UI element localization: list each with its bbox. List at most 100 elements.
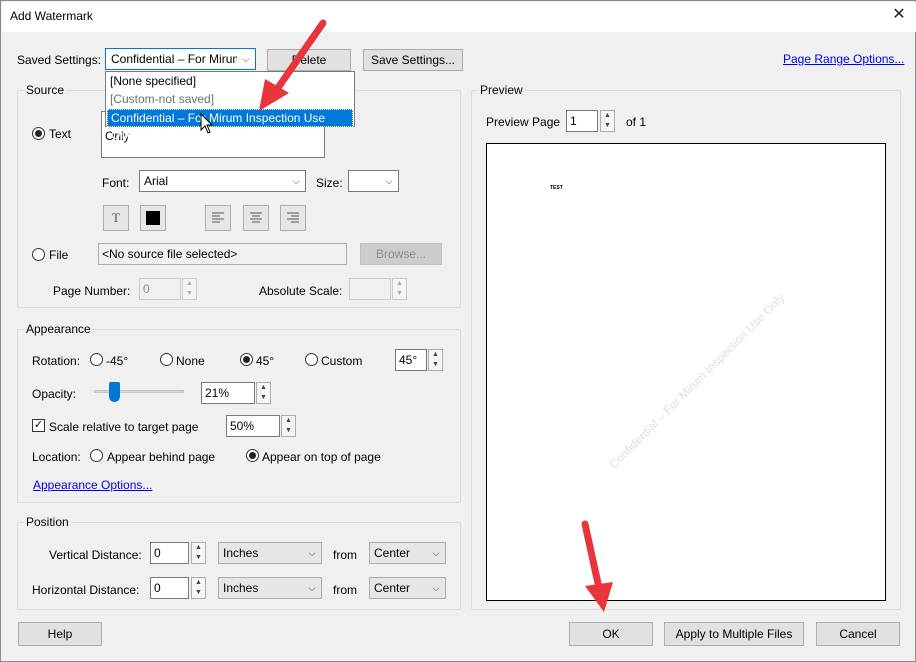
annotation-arrow-icon	[259, 19, 327, 111]
absolute-scale-field[interactable]	[349, 278, 391, 300]
saved-settings-label: Saved Settings:	[17, 53, 102, 67]
location-label: Location:	[32, 450, 81, 464]
cancel-button[interactable]: Cancel	[816, 622, 900, 646]
font-value: Arial	[144, 174, 169, 188]
location-top-radio[interactable]	[246, 449, 259, 462]
vertical-distance-field[interactable]: 0	[150, 542, 189, 564]
help-button[interactable]: Help	[18, 622, 102, 646]
chevron-down-icon: ⌵	[287, 171, 305, 191]
rotation-neg45-radio[interactable]	[90, 353, 103, 366]
absolute-scale-spinner[interactable]: ▲ ▼	[392, 278, 407, 300]
size-select[interactable]: ⌵	[348, 170, 399, 192]
scale-field[interactable]: 50%	[226, 415, 280, 437]
chevron-down-icon: ⌵	[427, 543, 445, 563]
scale-relative-checkbox[interactable]: ✓	[32, 419, 45, 432]
size-label: Size:	[316, 176, 343, 190]
horizontal-unit-select[interactable]: Inches ⌵	[218, 577, 322, 599]
opacity-value: 21%	[205, 386, 230, 400]
rotation-neg45-label: -45°	[106, 354, 129, 368]
watermark-preview-text: Confidential – For Mirum Inspection Use …	[606, 290, 788, 472]
horizontal-distance-field[interactable]: 0	[150, 577, 189, 599]
location-behind-radio[interactable]	[90, 449, 103, 462]
horizontal-from-value: Center	[374, 581, 411, 595]
position-group-label: Position	[24, 515, 71, 529]
horizontal-distance-spinner[interactable]: ▲ ▼	[191, 577, 206, 599]
scale-value: 50%	[230, 419, 255, 433]
scale-spinner[interactable]: ▲ ▼	[281, 415, 296, 437]
saved-settings-select[interactable]: Confidential – For Mirum ⌵	[105, 48, 256, 70]
chevron-down-icon: ⌵	[303, 543, 321, 563]
browse-button[interactable]: Browse...	[360, 243, 442, 265]
title-bar	[2, 2, 916, 32]
file-radio[interactable]	[32, 248, 45, 261]
preview-group-label: Preview	[478, 83, 525, 97]
annotation-arrow-icon	[581, 520, 613, 612]
appearance-group-label: Appearance	[24, 322, 93, 336]
page-number-field[interactable]: 0	[139, 278, 181, 300]
vertical-unit-value: Inches	[223, 546, 259, 560]
appearance-options-link[interactable]: Appearance Options...	[33, 478, 152, 492]
absolute-scale-label: Absolute Scale:	[259, 284, 343, 298]
ok-button[interactable]: OK	[569, 622, 653, 646]
page-number-value: 0	[143, 282, 150, 296]
align-center-icon[interactable]	[243, 205, 269, 231]
horizontal-distance-label: Horizontal Distance:	[32, 583, 140, 597]
close-icon[interactable]: ✕	[887, 3, 911, 27]
vertical-distance-spinner[interactable]: ▲ ▼	[191, 542, 206, 564]
source-file-field: <No source file selected>	[98, 243, 347, 265]
chevron-down-icon: ⌵	[427, 578, 445, 598]
color-swatch	[146, 211, 160, 225]
opacity-field[interactable]: 21%	[201, 382, 255, 404]
page-number-spinner[interactable]: ▲ ▼	[182, 278, 197, 300]
page-number-label: Page Number:	[53, 284, 131, 298]
mouse-cursor-icon	[200, 113, 214, 134]
preview-page-field[interactable]: 1	[566, 110, 598, 132]
opacity-spinner[interactable]: ▲ ▼	[256, 382, 271, 404]
rotation-45-radio[interactable]	[240, 353, 253, 366]
rotation-custom-radio[interactable]	[305, 353, 318, 366]
page-range-options-link[interactable]: Page Range Options...	[783, 52, 904, 66]
horizontal-from-label: from	[333, 583, 357, 597]
rotation-none-label: None	[176, 354, 205, 368]
preview-page-label: Preview Page	[486, 115, 561, 129]
text-radio[interactable]	[32, 127, 45, 140]
align-left-icon[interactable]	[205, 205, 231, 231]
chevron-down-icon: ⌵	[303, 578, 321, 598]
custom-rotation-value: 45°	[399, 353, 418, 367]
custom-rotation-field[interactable]: 45°	[395, 349, 427, 371]
file-radio-label: File	[49, 248, 69, 262]
preview-page-text: TEST	[550, 185, 563, 191]
vertical-unit-select[interactable]: Inches ⌵	[218, 542, 322, 564]
text-style-icon[interactable]: T	[103, 205, 129, 231]
save-settings-button[interactable]: Save Settings...	[363, 49, 463, 71]
source-file-value: <No source file selected>	[102, 247, 238, 261]
text-color-button[interactable]	[140, 205, 166, 231]
rotation-45-label: 45°	[256, 354, 275, 368]
dialog-title: Add Watermark	[10, 9, 93, 23]
preview-page-value: 1	[570, 114, 577, 128]
preview-page-count: of 1	[626, 115, 647, 129]
rotation-none-radio[interactable]	[160, 353, 173, 366]
vertical-from-value: Center	[374, 546, 411, 560]
vertical-from-select[interactable]: Center ⌵	[369, 542, 446, 564]
horizontal-distance-value: 0	[154, 581, 161, 595]
vertical-distance-label: Vertical Distance:	[49, 548, 142, 562]
source-group-label: Source	[24, 83, 67, 97]
horizontal-from-select[interactable]: Center ⌵	[369, 577, 446, 599]
rotation-label: Rotation:	[32, 354, 81, 368]
vertical-distance-value: 0	[154, 546, 161, 560]
opacity-slider-thumb[interactable]	[109, 382, 120, 402]
opacity-slider-track[interactable]	[94, 390, 184, 393]
preview-page-spinner[interactable]: ▲ ▼	[600, 110, 615, 132]
apply-multiple-files-button[interactable]: Apply to Multiple Files	[664, 622, 804, 646]
text-radio-label: Text	[49, 127, 72, 141]
opacity-label: Opacity:	[32, 387, 77, 401]
font-select[interactable]: Arial ⌵	[139, 170, 306, 192]
preview-page: TEST Confidential – For Mirum Inspection…	[486, 143, 886, 601]
custom-rotation-spinner[interactable]: ▲ ▼	[428, 349, 443, 371]
rotation-custom-label: Custom	[321, 354, 363, 368]
dialog-window: Add Watermark ✕ Saved Settings: Confiden…	[0, 0, 916, 662]
location-behind-label: Appear behind page	[107, 450, 216, 464]
align-right-icon[interactable]	[280, 205, 306, 231]
horizontal-unit-value: Inches	[223, 581, 259, 595]
